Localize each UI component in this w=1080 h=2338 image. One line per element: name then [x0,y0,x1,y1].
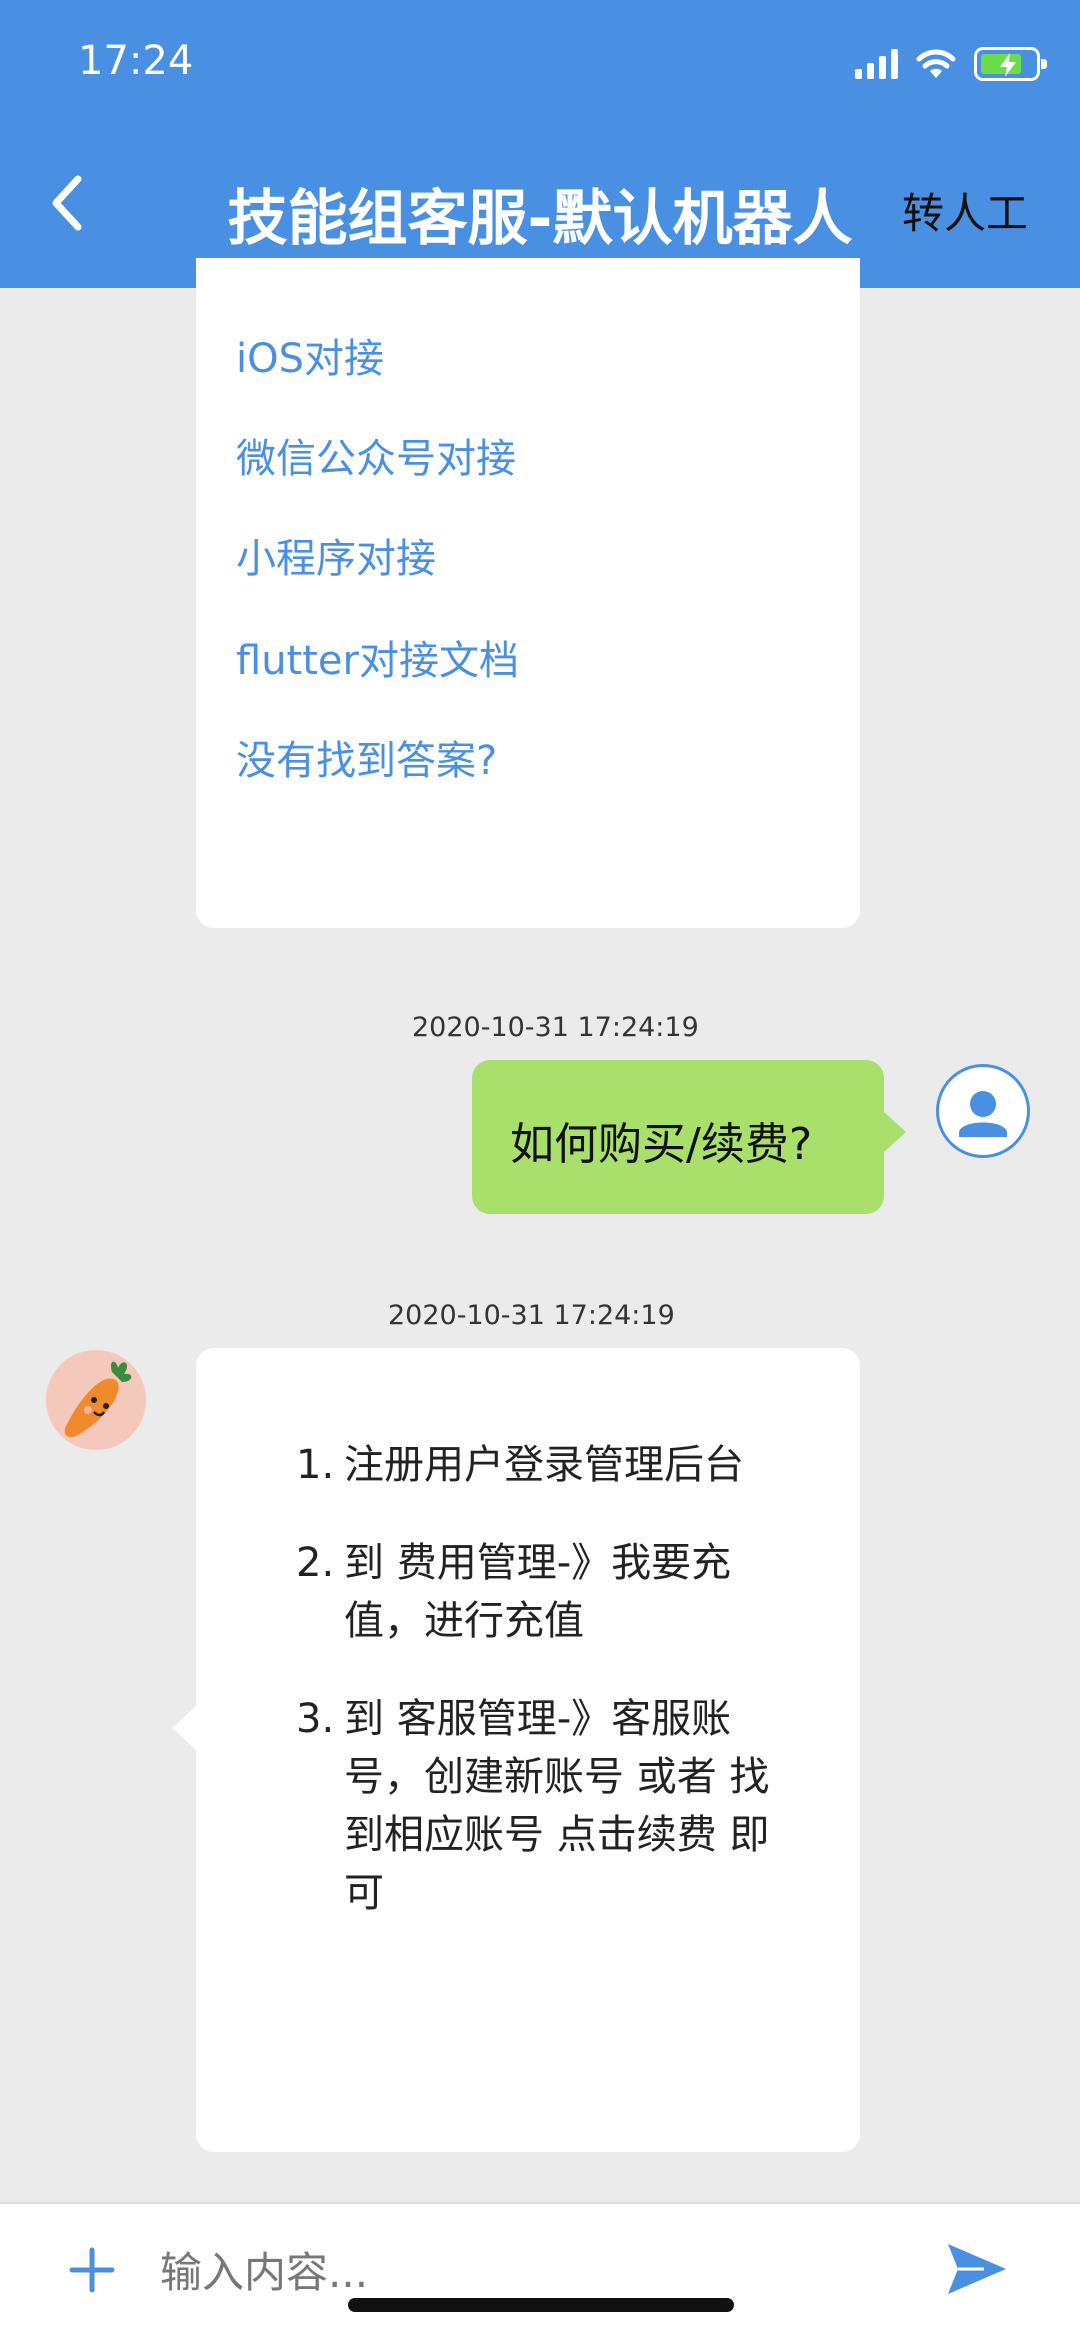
bot-message-bubble: 1. 注册用户登录管理后台 2. 到 费用管理-》我要充 值，进行充值 3. 到… [172,1348,860,2152]
user-message-text: 如何购买/续费? [510,1119,813,1170]
user-message-timestamp: 2020-10-31 17:24:19 [412,1012,699,1043]
input-bar [0,2202,1080,2338]
bot-avatar[interactable] [46,1350,146,1450]
carrot-avatar-icon [64,1361,132,1438]
bot-step-1-number: 1. [296,1442,335,1488]
faq-link-ios[interactable]: iOS对接 [236,326,384,384]
bot-step-1-line: 注册用户登录管理后台 [344,1442,744,1488]
bot-step-3-line: 可 [344,1870,384,1916]
faq-link-miniprogram[interactable]: 小程序对接 [236,526,436,584]
bot-step-3: 3. 到 客服管理-》客服账 号，创建新账号 或者 找 到相应账号 点击续费 即… [296,1690,770,1922]
bot-step-2-line: 到 费用管理-》我要充 [344,1540,732,1586]
status-icons [855,44,1047,84]
bot-step-2-number: 2. [296,1540,335,1586]
send-icon [948,2244,1006,2294]
faq-link-flutter[interactable]: flutter对接文档 [236,628,519,686]
bot-step-1: 1. 注册用户登录管理后台 [296,1436,744,1494]
bot-step-2: 2. 到 费用管理-》我要充 值，进行充值 [296,1534,732,1650]
wifi-icon [916,49,956,78]
faq-link-no-answer[interactable]: 没有找到答案? [236,728,497,786]
bot-step-3-line: 到相应账号 点击续费 即 [344,1812,770,1858]
bot-step-3-line: 号，创建新账号 或者 找 [344,1754,770,1800]
transfer-to-human-button[interactable]: 转人工 [902,180,1028,241]
user-message-bubble[interactable]: 如何购买/续费? [472,1060,906,1214]
add-attachment-button[interactable] [64,2242,120,2298]
faq-link-wechat[interactable]: 微信公众号对接 [236,426,516,484]
home-indicator [348,2298,734,2312]
header-bar: 17:24 技能组客服-默认机器人 转人工 [0,0,1080,288]
send-button[interactable] [944,2236,1010,2302]
bot-message-timestamp: 2020-10-31 17:24:19 [388,1300,675,1331]
bot-step-2-line: 值，进行充值 [344,1598,584,1644]
signal-icon [855,49,898,79]
user-avatar[interactable] [936,1064,1030,1158]
bot-step-3-line: 到 客服管理-》客服账 [344,1696,732,1742]
plus-icon [69,2247,115,2293]
bot-step-3-number: 3. [296,1696,335,1742]
user-avatar-icon [959,1091,1007,1137]
battery-icon [974,47,1047,81]
status-time: 17:24 [78,38,194,84]
faq-card: iOS对接 微信公众号对接 小程序对接 flutter对接文档 没有找到答案? [196,258,860,928]
